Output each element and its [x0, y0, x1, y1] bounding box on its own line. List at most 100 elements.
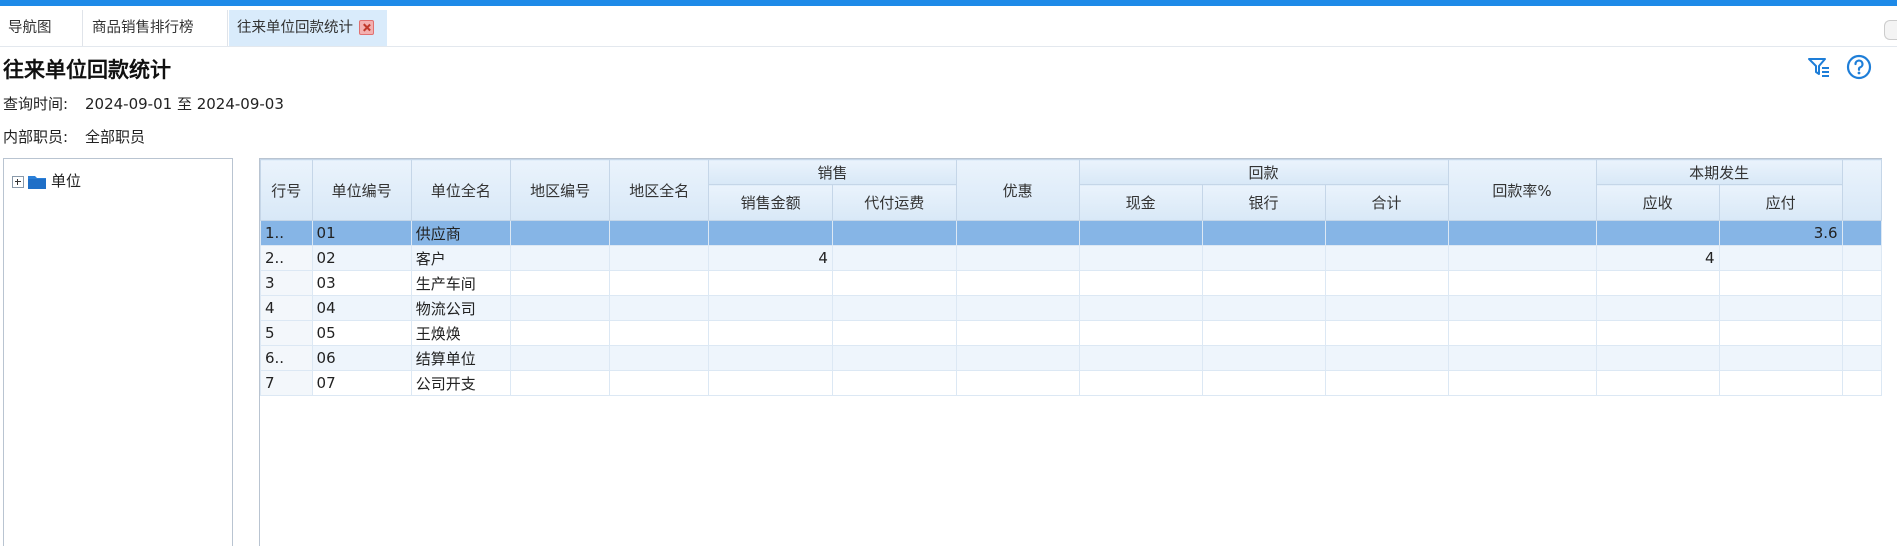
cell-unit-name[interactable]: 王焕焕: [410, 320, 512, 346]
help-icon[interactable]: [1846, 54, 1872, 80]
cell-freight[interactable]: [831, 245, 957, 271]
cell-row-no[interactable]: 5: [260, 320, 313, 346]
cell-payment-rate[interactable]: [1447, 295, 1597, 321]
cell-payment-rate[interactable]: [1447, 245, 1597, 271]
cell-region-name[interactable]: [609, 270, 710, 296]
cell-region-code[interactable]: [510, 320, 611, 346]
cell-freight[interactable]: [831, 320, 957, 346]
cell-overflow[interactable]: [1841, 270, 1882, 296]
cell-cash[interactable]: [1078, 295, 1203, 321]
cell-sales-amount[interactable]: [708, 320, 833, 346]
cell-bank[interactable]: [1201, 370, 1326, 396]
cell-total[interactable]: [1324, 295, 1449, 321]
header-region-name[interactable]: 地区全名: [609, 159, 710, 221]
cell-unit-name[interactable]: 物流公司: [410, 295, 512, 321]
cell-discount[interactable]: [955, 345, 1080, 371]
tab-payment-stats[interactable]: 往来单位回款统计: [229, 10, 387, 46]
cell-sales-amount[interactable]: [708, 345, 833, 371]
header-discount[interactable]: 优惠: [955, 159, 1080, 221]
cell-overflow[interactable]: [1841, 245, 1882, 271]
cell-payment-rate[interactable]: [1447, 320, 1597, 346]
cell-receivable[interactable]: [1595, 270, 1720, 296]
table-row[interactable]: 3 03 生产车间: [260, 270, 1882, 296]
cell-total[interactable]: [1324, 320, 1449, 346]
cell-row-no[interactable]: 7: [260, 370, 313, 396]
cell-region-name[interactable]: [609, 245, 710, 271]
cell-total[interactable]: [1324, 245, 1449, 271]
header-row-no[interactable]: 行号: [260, 159, 313, 221]
cell-unit-name[interactable]: 生产车间: [410, 270, 512, 296]
cell-sales-amount[interactable]: [708, 295, 833, 321]
cell-payable[interactable]: [1718, 370, 1843, 396]
cell-total[interactable]: [1324, 220, 1449, 246]
cell-region-code[interactable]: [510, 295, 611, 321]
cell-discount[interactable]: [955, 320, 1080, 346]
tab-navigation[interactable]: 导航图: [0, 10, 83, 46]
cell-row-no[interactable]: 1..: [260, 220, 313, 246]
table-row[interactable]: 2.. 02 客户 4 4: [260, 245, 1882, 271]
cell-cash[interactable]: [1078, 245, 1203, 271]
cell-bank[interactable]: [1201, 270, 1326, 296]
cell-bank[interactable]: [1201, 220, 1326, 246]
cell-payable[interactable]: [1718, 245, 1843, 271]
cell-cash[interactable]: [1078, 345, 1203, 371]
cell-payable[interactable]: [1718, 320, 1843, 346]
header-bank[interactable]: 银行: [1201, 184, 1326, 221]
cell-payment-rate[interactable]: [1447, 220, 1597, 246]
header-cash[interactable]: 现金: [1078, 184, 1203, 221]
cell-sales-amount[interactable]: 4: [708, 245, 833, 271]
cell-row-no[interactable]: 2..: [260, 245, 313, 271]
expand-icon[interactable]: [12, 175, 24, 188]
cell-region-code[interactable]: [510, 370, 611, 396]
cell-discount[interactable]: [955, 245, 1080, 271]
cell-freight[interactable]: [831, 370, 957, 396]
cell-discount[interactable]: [955, 220, 1080, 246]
cell-region-name[interactable]: [609, 320, 710, 346]
cell-row-no[interactable]: 6..: [260, 345, 313, 371]
cell-sales-amount[interactable]: [708, 220, 833, 246]
collapse-edge-icon[interactable]: [1884, 20, 1897, 40]
cell-region-code[interactable]: [510, 270, 611, 296]
cell-receivable[interactable]: [1595, 370, 1720, 396]
cell-unit-code[interactable]: 06: [311, 345, 412, 371]
cell-overflow[interactable]: [1841, 370, 1882, 396]
cell-total[interactable]: [1324, 345, 1449, 371]
cell-sales-amount[interactable]: [708, 370, 833, 396]
cell-overflow[interactable]: [1841, 220, 1882, 246]
cell-payment-rate[interactable]: [1447, 270, 1597, 296]
cell-bank[interactable]: [1201, 295, 1326, 321]
cell-receivable[interactable]: [1595, 295, 1720, 321]
cell-payable[interactable]: 3.6: [1718, 220, 1843, 246]
table-row[interactable]: 5 05 王焕焕: [260, 320, 1882, 346]
cell-overflow[interactable]: [1841, 345, 1882, 371]
filter-icon[interactable]: [1806, 54, 1832, 80]
cell-unit-code[interactable]: 02: [311, 245, 412, 271]
header-freight[interactable]: 代付运费: [831, 184, 957, 221]
header-payable[interactable]: 应付: [1718, 184, 1843, 221]
cell-total[interactable]: [1324, 370, 1449, 396]
header-sales-amount[interactable]: 销售金额: [708, 184, 833, 221]
tab-sales-ranking[interactable]: 商品销售排行榜: [84, 10, 228, 46]
cell-cash[interactable]: [1078, 370, 1203, 396]
table-row[interactable]: 1.. 01 供应商 3.6: [260, 220, 1882, 246]
cell-payment-rate[interactable]: [1447, 345, 1597, 371]
cell-unit-code[interactable]: 05: [311, 320, 412, 346]
cell-region-name[interactable]: [609, 370, 710, 396]
cell-region-code[interactable]: [510, 220, 611, 246]
cell-payable[interactable]: [1718, 270, 1843, 296]
cell-payable[interactable]: [1718, 345, 1843, 371]
cell-cash[interactable]: [1078, 320, 1203, 346]
header-region-code[interactable]: 地区编号: [510, 159, 611, 221]
cell-unit-code[interactable]: 07: [311, 370, 412, 396]
cell-cash[interactable]: [1078, 220, 1203, 246]
cell-sales-amount[interactable]: [708, 270, 833, 296]
cell-payment-rate[interactable]: [1447, 370, 1597, 396]
cell-unit-code[interactable]: 01: [311, 220, 412, 246]
cell-unit-code[interactable]: 04: [311, 295, 412, 321]
header-receivable[interactable]: 应收: [1595, 184, 1720, 221]
cell-discount[interactable]: [955, 295, 1080, 321]
close-tab-icon[interactable]: [359, 19, 374, 35]
cell-freight[interactable]: [831, 220, 957, 246]
cell-unit-code[interactable]: 03: [311, 270, 412, 296]
cell-region-code[interactable]: [510, 245, 611, 271]
